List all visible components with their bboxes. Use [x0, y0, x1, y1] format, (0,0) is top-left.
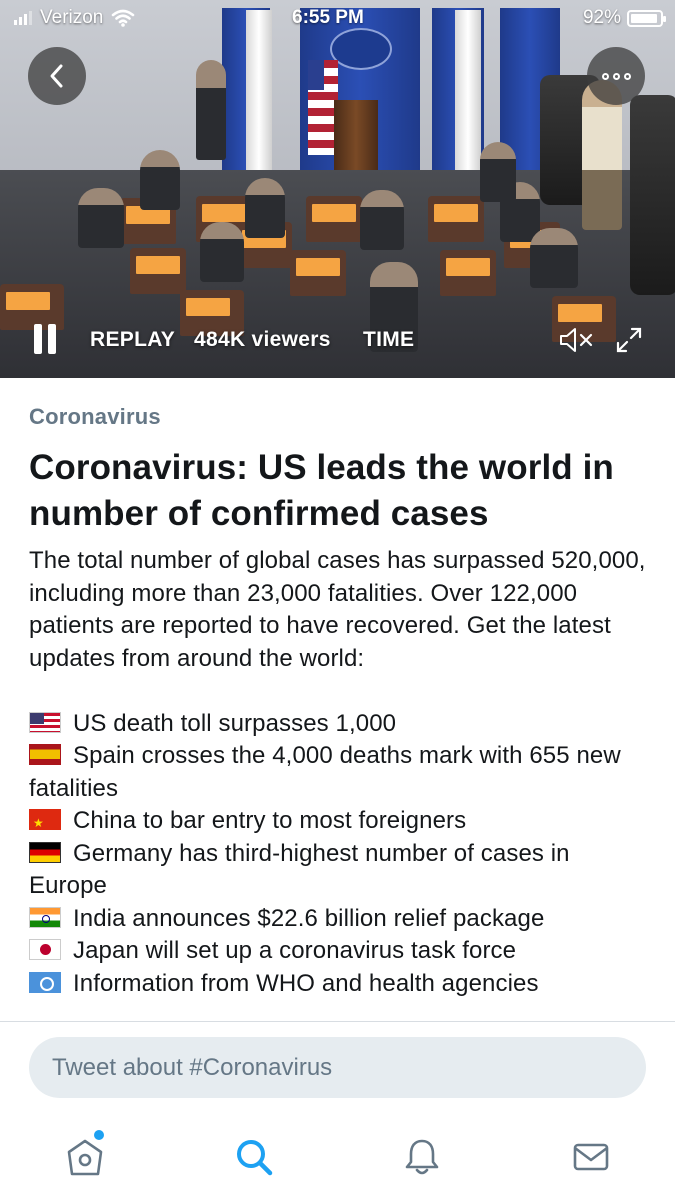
tab-messages[interactable]: [566, 1132, 616, 1182]
update-text: Japan will set up a coronavirus task for…: [73, 937, 517, 964]
update-text: US death toll surpasses 1,000: [73, 709, 397, 737]
update-text: Spain crosses the 4,000 deaths mark with…: [29, 742, 621, 802]
spain-flag-icon: [29, 744, 61, 765]
carrier-name: Verizon: [40, 7, 104, 28]
update-text: Information from WHO and health agencies: [73, 969, 539, 997]
india-flag-icon: [29, 906, 61, 928]
tweet-compose-field[interactable]: Tweet about #Coronavirus: [29, 1037, 646, 1098]
un-flag-icon: [29, 971, 61, 993]
carrier: Verizon: [14, 7, 135, 29]
update-text: Germany has third-highest number of case…: [29, 839, 570, 900]
battery-status: 92%: [582, 7, 666, 29]
update-item: Germany has third-highest number of case…: [29, 838, 647, 903]
more-options-button[interactable]: [587, 47, 645, 105]
tab-home[interactable]: [60, 1132, 110, 1182]
article-summary: The total number of global cases has sur…: [29, 547, 646, 672]
back-button[interactable]: [28, 47, 86, 105]
update-item: China to bar entry to most foreigners: [29, 805, 647, 838]
divider: [0, 1021, 675, 1022]
update-item: Spain crosses the 4,000 deaths mark with…: [29, 740, 647, 805]
tab-notifications[interactable]: [397, 1132, 447, 1182]
fullscreen-icon[interactable]: [614, 325, 644, 355]
germany-flag-icon: [29, 841, 61, 863]
tab-search[interactable]: [229, 1132, 279, 1182]
pause-icon[interactable]: [34, 324, 58, 354]
messages-icon: [573, 1143, 609, 1171]
battery-percent: 92%: [582, 7, 621, 28]
update-item: US death toll surpasses 1,000: [29, 708, 647, 741]
update-text: China to bar entry to most foreigners: [73, 807, 467, 834]
compose-placeholder: Tweet about #Coronavirus: [52, 1054, 333, 1081]
signal-icon: [14, 11, 32, 25]
status-bar: Verizon 6:55 PM 92%: [0, 0, 675, 38]
china-flag-icon: [29, 809, 61, 830]
article-body: The total number of global cases has sur…: [29, 545, 647, 1000]
viewer-count: 484K viewers: [194, 328, 331, 351]
headline: Coronavirus: US leads the world in numbe…: [29, 448, 614, 533]
home-notification-dot: [94, 1130, 104, 1140]
video-controls: REPLAY 484K viewers TIME: [0, 318, 675, 364]
more-options-icon: [601, 72, 631, 80]
moment-article: Coronavirus Coronavirus: US leads the wo…: [0, 378, 675, 1021]
tab-bar: [0, 1120, 675, 1200]
japan-flag-icon: [29, 939, 61, 960]
us-flag-icon: [29, 711, 61, 733]
battery-icon: [627, 9, 666, 27]
source-label: TIME: [363, 328, 415, 351]
video-player[interactable]: Verizon 6:55 PM 92% REPLAY 484K viewers …: [0, 0, 675, 378]
wifi-icon: [112, 9, 135, 27]
clock: 6:55 PM: [292, 7, 364, 28]
update-item: Japan will set up a coronavirus task for…: [29, 935, 647, 968]
update-item: Information from WHO and health agencies: [29, 968, 647, 1001]
search-icon: [237, 1140, 273, 1176]
mute-icon[interactable]: [558, 326, 594, 354]
replay-button[interactable]: REPLAY: [90, 328, 175, 352]
home-icon: [67, 1139, 103, 1176]
update-item: India announces $22.6 billion relief pac…: [29, 903, 647, 936]
notifications-icon: [405, 1139, 439, 1175]
category-label[interactable]: Coronavirus: [29, 404, 647, 430]
update-list: US death toll surpasses 1,000 Spain cross…: [29, 708, 647, 1001]
update-text: India announces $22.6 billion relief pac…: [73, 904, 545, 932]
back-arrow-icon: [50, 64, 63, 88]
